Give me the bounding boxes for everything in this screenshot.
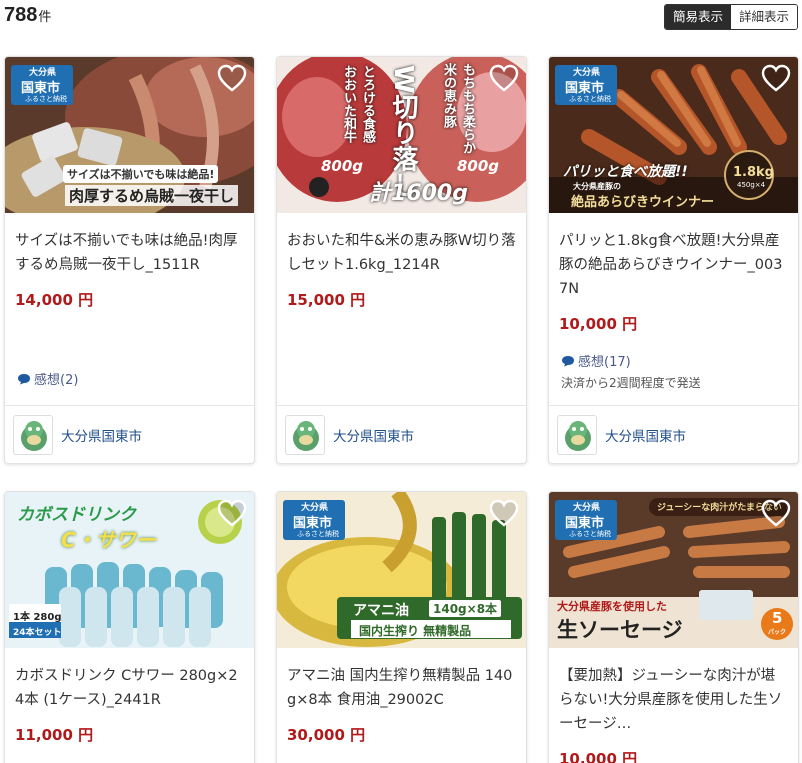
simple-view-button[interactable]: 簡易表示	[664, 5, 731, 29]
image-note-set: 24本セット	[13, 628, 62, 638]
product-card[interactable]: 大分県 国東市 ふるさと納税 サイズは不揃いでも味は絶品! 肉厚するめ烏賊一夜干…	[4, 56, 255, 464]
review-link[interactable]: 感想(2)	[17, 369, 78, 388]
favorite-heart-icon[interactable]	[489, 499, 519, 527]
product-price: 10,000 円	[559, 750, 638, 763]
product-image[interactable]: 大分県 国東市 ふるさと納税 パリッと食べ放題!! 大分県産豚の 絶品あらびきウ…	[549, 57, 798, 213]
view-toggle: 簡易表示 詳細表示	[663, 4, 798, 30]
municipality-name[interactable]: 大分県国東市	[333, 425, 414, 445]
image-right-text: もちもち柔らか 米の恵み豚	[441, 63, 475, 154]
image-tagline: 国内生搾り 無精製品	[359, 624, 472, 638]
image-caption-main: 生ソーセージ	[557, 618, 683, 642]
product-title[interactable]: 【要加熱】ジューシーな肉汁が堪らない!大分県産豚を使用した生ソーセージ…	[559, 664, 788, 736]
product-title[interactable]: カボスドリンク Cサワー 280g×24本 (1ケース)_2441R	[15, 664, 244, 712]
image-pack-unit: パック	[768, 629, 787, 636]
product-image[interactable]: カボスドリンク C・サワー 1本 280g 24本セット	[5, 492, 254, 648]
image-weight-right: 800g	[457, 157, 500, 175]
product-title[interactable]: パリッと1.8kg食べ放題!大分県産豚の絶品あらびきウインナー_0037N	[559, 229, 788, 301]
product-card[interactable]: カボスドリンク C・サワー 1本 280g 24本セット カボスドリンク Cサワ…	[4, 491, 255, 763]
image-caption: パリッと食べ放題!!	[563, 164, 688, 180]
badge-subtitle: ふるさと納税	[297, 530, 339, 538]
badge-subtitle: ふるさと納税	[569, 95, 611, 103]
product-price: 30,000 円	[287, 726, 366, 744]
product-card[interactable]: 大分県 国東市 ふるさと納税 アマニ油 140g×8本 国内生搾り 無精製品 ア…	[276, 491, 527, 763]
product-price: 14,000 円	[15, 291, 94, 309]
product-title[interactable]: サイズは不揃いでも味は絶品!肉厚するめ烏賊一夜干し_1511R	[15, 229, 244, 277]
image-caption: サイズは不揃いでも味は絶品!	[63, 165, 219, 183]
favorite-heart-icon[interactable]	[217, 64, 247, 92]
favorite-heart-icon[interactable]	[489, 64, 519, 92]
product-price: 15,000 円	[287, 291, 366, 309]
product-card[interactable]: 大分県 国東市 ふるさと納税 ジューシーな肉汁がたまらない 大分県産豚を使用した…	[548, 491, 799, 763]
image-quantity: 140g×8本	[429, 600, 502, 617]
image-total: 計1600g	[369, 181, 468, 206]
result-count: 788件	[4, 4, 52, 26]
favorite-heart-icon[interactable]	[761, 64, 791, 92]
image-product-name: アマニ油	[353, 603, 409, 619]
badge-subtitle: ふるさと納税	[25, 95, 67, 103]
badge-subtitle: ふるさと納税	[569, 530, 611, 538]
speech-bubble-icon	[562, 355, 574, 366]
municipality-mascot-avatar	[13, 414, 53, 455]
municipality-footer[interactable]: 大分県国東市	[5, 405, 254, 463]
image-left-text: とろける食感 おおいた和牛	[341, 65, 375, 143]
review-count: 感想(17)	[578, 355, 631, 370]
municipality-footer[interactable]: 大分県国東市	[549, 405, 798, 463]
municipality-mascot-avatar	[557, 414, 597, 455]
image-weight-left: 800g	[321, 157, 364, 175]
image-caption-main: 肉厚するめ烏賊一夜干し	[65, 185, 239, 206]
shipping-note: 決済から2週間程度で発送	[561, 376, 701, 390]
product-title[interactable]: アマニ油 国内生搾り無精製品 140g×8本 食用油_29002C	[287, 664, 516, 712]
image-headline: カボスドリンク	[17, 505, 136, 525]
product-image[interactable]: 大分県 国東市 ふるさと納税 ジューシーな肉汁がたまらない 大分県産豚を使用した…	[549, 492, 798, 648]
product-card[interactable]: W切り落し とろける食感 おおいた和牛 もちもち柔らか 米の恵み豚 800g 8…	[276, 56, 527, 464]
image-headline-main: C・サワー	[61, 528, 156, 552]
detail-view-button[interactable]: 詳細表示	[730, 5, 797, 29]
results-header: 788件 簡易表示 詳細表示	[0, 0, 802, 36]
product-image[interactable]: W切り落し とろける食感 おおいた和牛 もちもち柔らか 米の恵み豚 800g 8…	[277, 57, 526, 213]
image-caption-main: 絶品あらびきウインナー	[571, 195, 715, 210]
speech-bubble-icon	[18, 373, 30, 384]
favorite-heart-icon[interactable]	[761, 499, 791, 527]
favorite-heart-icon[interactable]	[217, 499, 247, 527]
image-weight-sub: 450g×4	[737, 181, 766, 189]
municipality-name[interactable]: 大分県国東市	[61, 425, 142, 445]
municipality-name[interactable]: 大分県国東市	[605, 425, 686, 445]
review-count: 感想(2)	[34, 373, 79, 388]
image-caption: 大分県産豚を使用した	[557, 600, 667, 613]
image-note: 1本 280g	[13, 612, 62, 623]
product-image[interactable]: 大分県 国東市 ふるさと納税 アマニ油 140g×8本 国内生搾り 無精製品	[277, 492, 526, 648]
municipality-mascot-avatar	[285, 414, 325, 455]
product-image[interactable]: 大分県 国東市 ふるさと納税 サイズは不揃いでも味は絶品! 肉厚するめ烏賊一夜干…	[5, 57, 254, 213]
product-price: 11,000 円	[15, 726, 94, 744]
product-card[interactable]: 大分県 国東市 ふるさと納税 パリッと食べ放題!! 大分県産豚の 絶品あらびきウ…	[548, 56, 799, 464]
review-link[interactable]: 感想(17)	[561, 351, 631, 370]
product-price: 10,000 円	[559, 315, 638, 333]
product-title[interactable]: おおいた和牛&米の恵み豚W切り落しセット1.6kg_1214R	[287, 229, 516, 277]
image-weight: 1.8kg	[733, 165, 774, 180]
image-pack-count: 5	[772, 609, 783, 627]
municipality-footer[interactable]: 大分県国東市	[277, 405, 526, 463]
